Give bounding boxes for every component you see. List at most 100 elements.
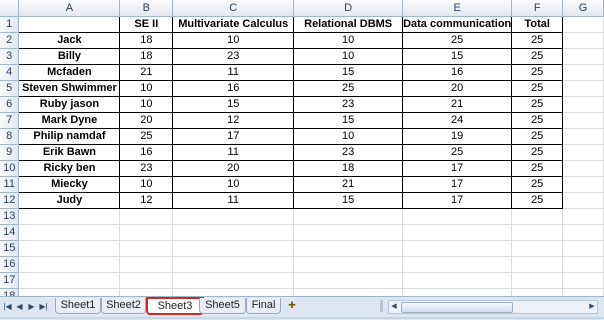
cell[interactable]: 10	[293, 128, 404, 145]
cell[interactable]	[293, 256, 404, 273]
row-header[interactable]: 2	[0, 32, 20, 49]
cell[interactable]: 21	[402, 96, 513, 113]
column-title-cell[interactable]: Total	[511, 16, 564, 33]
cell[interactable]	[402, 208, 513, 225]
cell[interactable]	[562, 64, 604, 81]
row-header[interactable]: 8	[0, 128, 20, 145]
cell[interactable]	[562, 192, 604, 209]
cell[interactable]	[562, 96, 604, 113]
row-header[interactable]: 14	[0, 224, 20, 241]
column-header-e[interactable]: E	[402, 0, 513, 17]
cell[interactable]: 15	[172, 96, 295, 113]
cell[interactable]: 23	[119, 160, 174, 177]
cell[interactable]	[172, 256, 295, 273]
cell[interactable]	[172, 272, 295, 289]
cell[interactable]: Ricky ben	[18, 160, 121, 177]
cell[interactable]	[402, 256, 513, 273]
cell[interactable]: 23	[293, 96, 404, 113]
cell[interactable]: 16	[402, 64, 513, 81]
cell[interactable]: 11	[172, 144, 295, 161]
cell[interactable]: 11	[172, 192, 295, 209]
column-header-a[interactable]: A	[18, 0, 121, 17]
cell[interactable]: 25	[511, 96, 564, 113]
cell[interactable]: 24	[402, 112, 513, 129]
row-header[interactable]: 16	[0, 256, 20, 273]
cell[interactable]	[562, 176, 604, 193]
column-header-b[interactable]: B	[119, 0, 174, 17]
cell[interactable]: 21	[119, 64, 174, 81]
cell[interactable]	[293, 272, 404, 289]
cell[interactable]: Jack	[18, 32, 121, 49]
cell[interactable]: 20	[119, 112, 174, 129]
scrollbar-thumb[interactable]	[401, 302, 513, 313]
cell[interactable]: 25	[511, 176, 564, 193]
cell[interactable]: 20	[402, 80, 513, 97]
cell[interactable]	[172, 208, 295, 225]
cell[interactable]: Mcfaden	[18, 64, 121, 81]
row-header[interactable]: 17	[0, 272, 20, 289]
row-header[interactable]: 6	[0, 96, 20, 113]
cell[interactable]: 10	[172, 32, 295, 49]
column-header-c[interactable]: C	[172, 0, 295, 17]
prev-sheet-icon[interactable]: ◀	[15, 301, 24, 313]
cell[interactable]	[562, 240, 604, 257]
cell[interactable]: 19	[402, 128, 513, 145]
first-sheet-icon[interactable]: |◀	[3, 301, 12, 313]
cell[interactable]	[18, 16, 121, 33]
cell[interactable]: 17	[402, 160, 513, 177]
horizontal-scrollbar[interactable]: ◀ ▶	[388, 300, 598, 314]
cell[interactable]: 12	[172, 112, 295, 129]
row-header[interactable]: 15	[0, 240, 20, 257]
cell[interactable]	[172, 224, 295, 241]
select-all-corner[interactable]	[0, 0, 20, 17]
cell[interactable]	[511, 240, 564, 257]
cell[interactable]: 12	[119, 192, 174, 209]
cell[interactable]: 25	[119, 128, 174, 145]
cell[interactable]	[18, 256, 121, 273]
cell[interactable]	[172, 240, 295, 257]
cell[interactable]	[119, 272, 174, 289]
cell[interactable]: Mark Dyne	[18, 112, 121, 129]
cell[interactable]: 11	[172, 64, 295, 81]
tab-final[interactable]: Final	[246, 298, 281, 314]
row-header[interactable]: 12	[0, 192, 20, 209]
cell[interactable]	[562, 32, 604, 49]
cell[interactable]: 10	[293, 48, 404, 65]
cell[interactable]: 25	[511, 128, 564, 145]
cell[interactable]	[562, 128, 604, 145]
cell[interactable]: Philip namdaf	[18, 128, 121, 145]
column-title-cell[interactable]: Relational DBMS	[293, 16, 404, 33]
cell[interactable]	[293, 240, 404, 257]
cell[interactable]: 17	[402, 176, 513, 193]
row-header[interactable]: 3	[0, 48, 20, 65]
cell[interactable]: 25	[511, 32, 564, 49]
cell[interactable]: 25	[511, 80, 564, 97]
cell[interactable]: 16	[119, 144, 174, 161]
cell[interactable]: 10	[119, 80, 174, 97]
cell[interactable]: Billy	[18, 48, 121, 65]
cell[interactable]: 10	[119, 96, 174, 113]
cell[interactable]	[562, 112, 604, 129]
cell[interactable]	[562, 144, 604, 161]
column-title-cell[interactable]: Multivariate Calculus	[172, 16, 295, 33]
scroll-left-icon[interactable]: ◀	[389, 301, 399, 313]
insert-sheet-icon[interactable]: ✚	[285, 299, 299, 311]
cell[interactable]: 25	[293, 80, 404, 97]
cell[interactable]	[293, 224, 404, 241]
tab-sheet3[interactable]: Sheet3	[146, 297, 204, 315]
cell[interactable]: 25	[511, 192, 564, 209]
cell[interactable]: Steven Shwimmer	[18, 80, 121, 97]
cell[interactable]: 23	[293, 144, 404, 161]
column-title-cell[interactable]: Data communication	[402, 16, 513, 33]
cell[interactable]: 23	[172, 48, 295, 65]
cell[interactable]	[562, 16, 604, 33]
row-header[interactable]: 1	[0, 16, 20, 33]
cell[interactable]: 15	[402, 48, 513, 65]
row-header[interactable]: 9	[0, 144, 20, 161]
column-header-g[interactable]: G	[562, 0, 604, 17]
cell[interactable]: 10	[172, 176, 295, 193]
cell[interactable]: 25	[511, 160, 564, 177]
cell[interactable]: 18	[119, 48, 174, 65]
cell[interactable]: Ruby jason	[18, 96, 121, 113]
cell[interactable]: 21	[293, 176, 404, 193]
